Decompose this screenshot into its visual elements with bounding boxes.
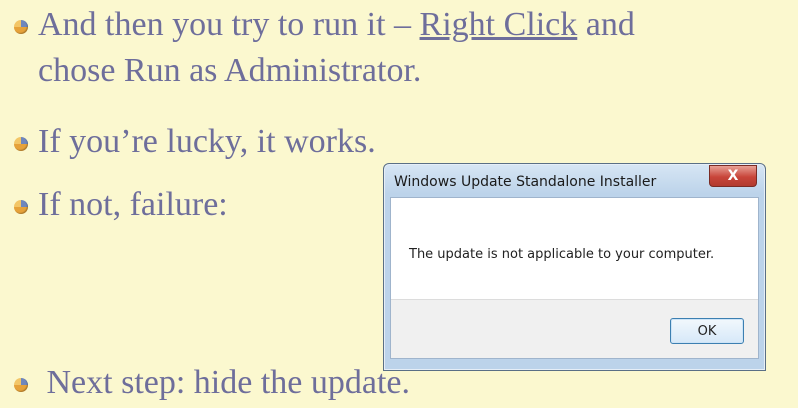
bullet-next-step: Next step: hide the update.: [14, 360, 410, 406]
right-click-link[interactable]: Right Click: [420, 6, 578, 43]
bullet-failure: If not, failure:: [14, 182, 228, 228]
dialog-content: The update is not applicable to your com…: [390, 197, 759, 359]
bullet-text: And then you try to run it – Right Click…: [38, 2, 635, 94]
bullet-ball-icon: [14, 378, 28, 392]
bullet-ball-icon: [14, 20, 28, 34]
dialog-message: The update is not applicable to your com…: [409, 247, 715, 262]
dialog-titlebar[interactable]: Windows Update Standalone Installer X: [384, 164, 765, 197]
bullet-lucky: If you’re lucky, it works.: [14, 119, 376, 165]
ok-button[interactable]: OK: [670, 318, 744, 344]
bullet-run-as-admin: And then you try to run it – Right Click…: [14, 2, 635, 94]
bullet-ball-icon: [14, 137, 28, 151]
bullet-text: If not, failure:: [38, 186, 228, 223]
bullet-text: If you’re lucky, it works.: [38, 123, 376, 160]
bullet-text: Next step: hide the update.: [38, 364, 411, 401]
close-icon: X: [727, 168, 739, 184]
update-installer-dialog: Windows Update Standalone Installer X Th…: [383, 163, 766, 371]
close-button[interactable]: X: [709, 165, 757, 187]
dialog-footer: OK: [391, 299, 758, 358]
bullet-ball-icon: [14, 200, 28, 214]
dialog-title: Windows Update Standalone Installer: [394, 174, 657, 190]
bullet-text-prefix: And then you try to run it –: [38, 6, 420, 43]
